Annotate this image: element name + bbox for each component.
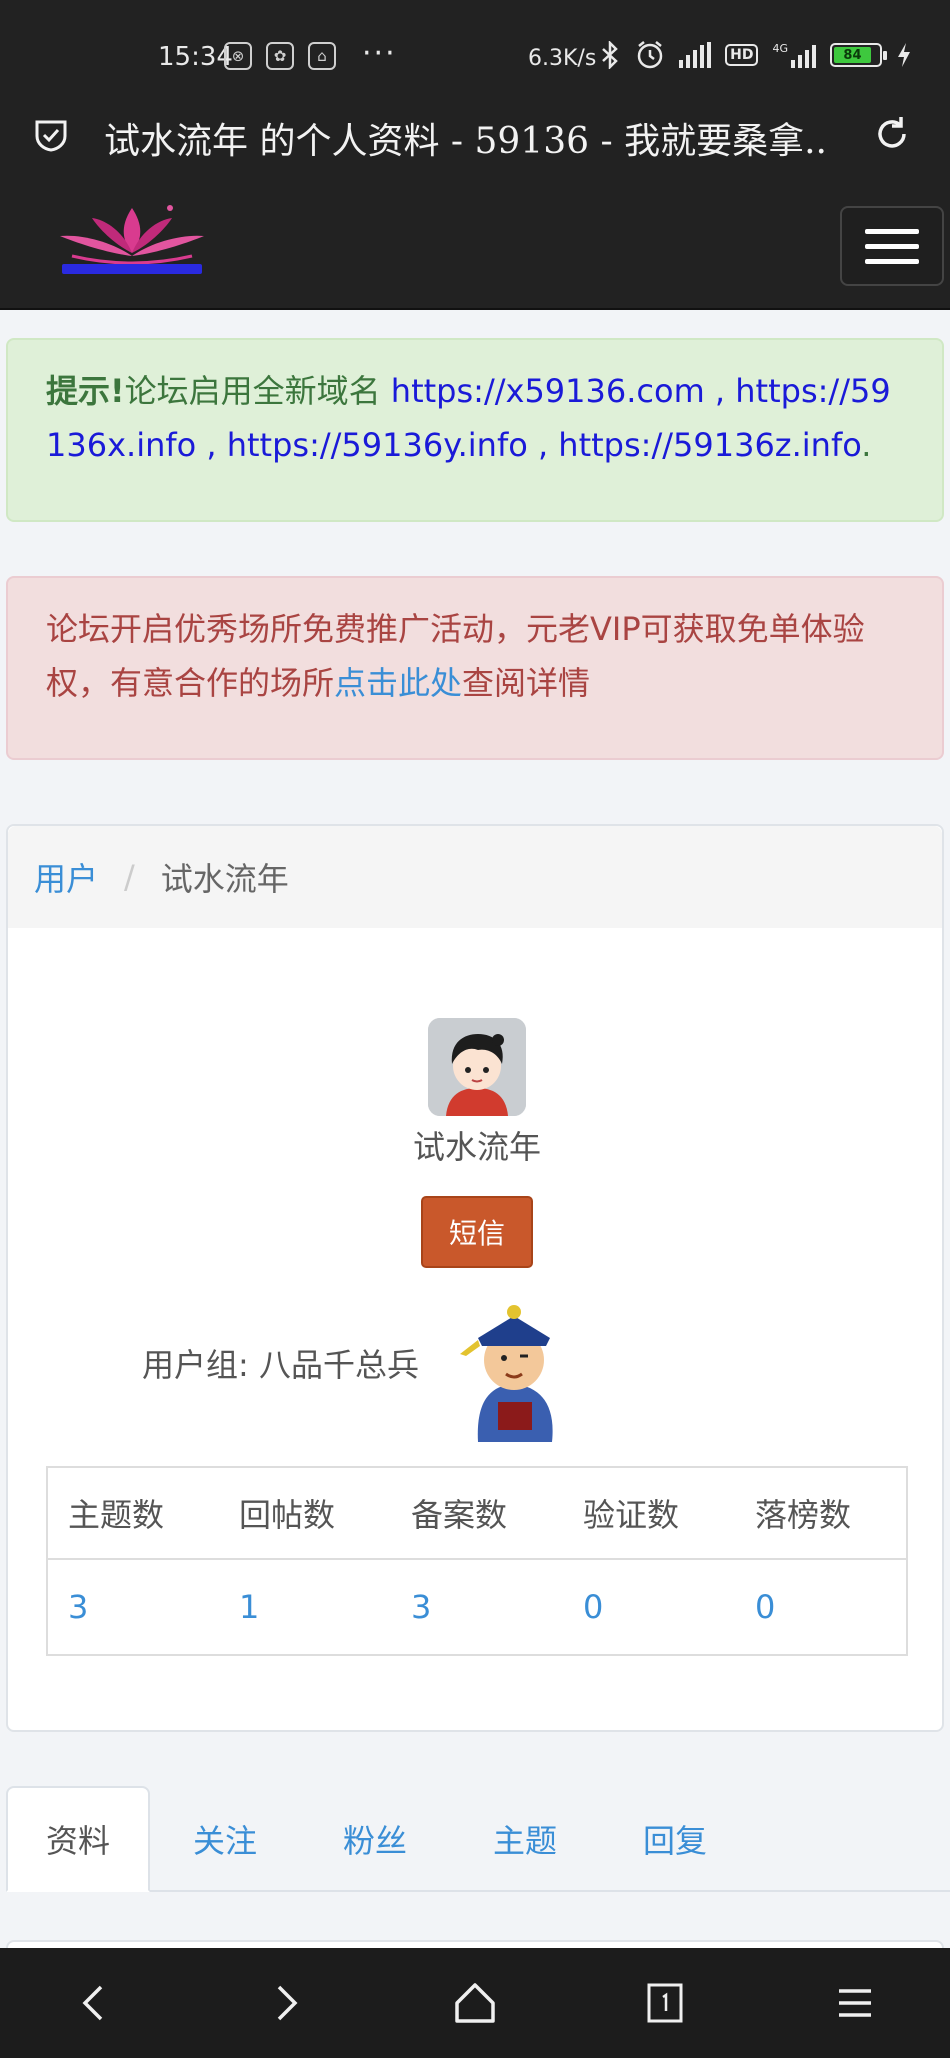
home-button[interactable]	[435, 1963, 515, 2043]
breadcrumb-separator: /	[124, 858, 135, 896]
browser-menu-button[interactable]	[815, 1963, 895, 2043]
chevron-right-icon	[277, 1985, 298, 2021]
app-notification-icon: ⊗	[224, 42, 252, 70]
domain-notice-alert: 提示!论坛启用全新域名 https://x59136.com , https:/…	[6, 338, 944, 522]
reload-icon[interactable]	[872, 114, 912, 154]
username: 试水流年	[412, 1128, 541, 1166]
breadcrumb: 用户 / 试水流年	[8, 826, 942, 928]
stats-header-filings: 备案数	[391, 1467, 563, 1560]
hd-badge: HD	[725, 44, 759, 66]
profile-panel: 用户 / 试水流年 试水流年 短信 用户组: 八品千总兵 主题数 回帖数 备案数…	[6, 824, 944, 1732]
menu-icon-bar	[865, 228, 919, 234]
tab-followers[interactable]: 粉丝	[300, 1786, 450, 1892]
message-button[interactable]: 短信	[421, 1196, 533, 1268]
alarm-icon	[637, 41, 663, 69]
network-type: 4G	[772, 42, 788, 55]
stats-header-replies: 回帖数	[219, 1467, 391, 1560]
promo-end: 查阅详情	[462, 664, 591, 702]
user-group: 用户组: 八品千总兵	[142, 1346, 419, 1384]
cellular-signal-icon: 4G	[772, 42, 816, 68]
browser-bottom-nav	[0, 1948, 950, 2058]
battery-level: 84	[834, 47, 871, 63]
charging-icon	[898, 43, 910, 67]
chevron-left-icon	[82, 1985, 103, 2021]
secure-shield-icon[interactable]	[34, 118, 68, 152]
stats-value-replies[interactable]: 1	[219, 1559, 391, 1655]
stats-value-row: 3 1 3 0 0	[47, 1559, 907, 1655]
site-logo[interactable]	[52, 198, 212, 290]
home-notification-icon: ⌂	[308, 42, 336, 70]
notice-text: 论坛启用全新域名	[124, 372, 391, 410]
signal-icon	[679, 42, 712, 68]
stats-header-row: 主题数 回帖数 备案数 验证数 落榜数	[47, 1467, 907, 1560]
lotus-notification-icon: ✿	[266, 42, 294, 70]
bluetooth-icon	[602, 41, 618, 69]
tab-topics[interactable]: 主题	[450, 1786, 600, 1892]
back-button[interactable]	[55, 1963, 135, 2043]
menu-icon	[839, 1989, 871, 2017]
stats-value-topics[interactable]: 3	[47, 1559, 219, 1655]
system-icons: HD 4G 84	[599, 40, 912, 70]
stats-header-verifications: 验证数	[563, 1467, 735, 1560]
stats-value-filings[interactable]: 3	[391, 1559, 563, 1655]
stats-value-verifications[interactable]: 0	[563, 1559, 735, 1655]
notice-end: .	[861, 426, 872, 464]
forward-button[interactable]	[245, 1963, 325, 2043]
breadcrumb-users-link[interactable]: 用户	[34, 854, 98, 900]
breadcrumb-current: 试水流年	[160, 860, 289, 898]
tab-replies[interactable]: 回复	[600, 1786, 750, 1892]
stats-value-rejected[interactable]: 0	[735, 1559, 907, 1655]
notification-icons: ⊗ ✿ ⌂	[224, 42, 336, 70]
notice-label: 提示!	[46, 372, 125, 410]
promo-link[interactable]: 点击此处	[334, 664, 462, 702]
menu-icon-bar	[865, 258, 919, 264]
stats-header-topics: 主题数	[47, 1467, 219, 1560]
status-time: 15:34	[158, 42, 233, 72]
tabs-button[interactable]	[625, 1963, 705, 2043]
system-status-bar: 15:34 ⊗ ✿ ⌂ ··· 6.3K/s HD 4G 84	[0, 0, 950, 115]
menu-icon-bar	[865, 243, 919, 249]
browser-address-bar: 试水流年 的个人资料 - 59136 - 我就要桑拿...	[0, 100, 950, 190]
profile-tabs: 资料 关注 粉丝 主题 回复	[6, 1786, 950, 1892]
battery-icon: 84	[830, 43, 887, 67]
stats-header-rejected: 落榜数	[735, 1467, 907, 1560]
rank-badge-image	[460, 1305, 553, 1442]
menu-toggle-button[interactable]	[840, 206, 944, 286]
tab-count-icon	[647, 1983, 683, 2023]
avatar	[428, 1018, 526, 1116]
site-header	[0, 190, 950, 310]
stats-table: 主题数 回帖数 备案数 验证数 落榜数 3 1 3 0 0	[46, 1466, 908, 1656]
tab-following[interactable]: 关注	[150, 1786, 300, 1892]
network-speed: 6.3K/s	[528, 46, 597, 71]
more-notifications-icon: ···	[362, 36, 397, 71]
promo-alert: 论坛开启优秀场所免费推广活动，元老VIP可获取免单体验权，有意合作的场所点击此处…	[6, 576, 944, 760]
home-icon	[455, 1983, 495, 2023]
page-title[interactable]: 试水流年 的个人资料 - 59136 - 我就要桑拿...	[104, 112, 824, 164]
tab-profile[interactable]: 资料	[6, 1786, 150, 1892]
